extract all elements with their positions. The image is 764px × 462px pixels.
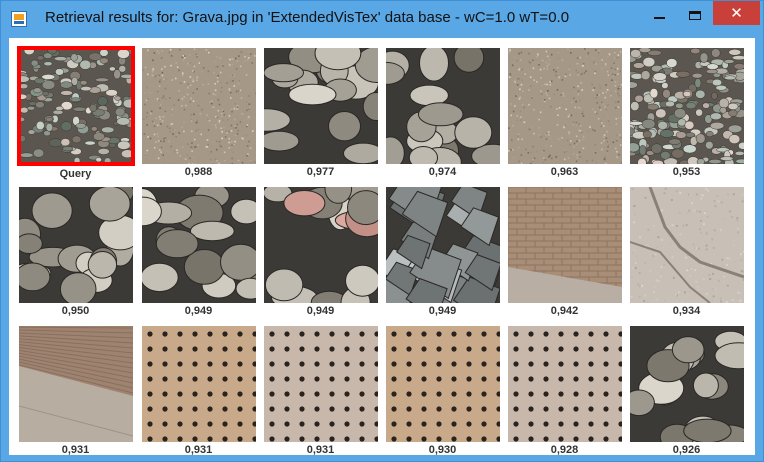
similarity-score: 0,974 <box>428 166 457 178</box>
stones-large-icon[interactable] <box>264 48 378 164</box>
result-image-cell[interactable]: 0,953 <box>626 42 747 182</box>
minimize-icon <box>653 17 665 19</box>
similarity-score: 0,931 <box>184 444 213 456</box>
similarity-score: 0,926 <box>672 444 701 456</box>
result-image-cell[interactable]: 0,926 <box>626 320 747 460</box>
close-icon: ✕ <box>730 4 743 22</box>
brick-wall-icon[interactable] <box>508 187 622 303</box>
similarity-score: 0,977 <box>306 166 335 178</box>
result-image-cell[interactable]: 0,949 <box>260 181 381 321</box>
close-button[interactable]: ✕ <box>713 1 760 25</box>
result-image-cell[interactable]: 0,931 <box>260 320 381 460</box>
similarity-score: 0,934 <box>672 305 701 317</box>
similarity-score: 0,953 <box>672 166 701 178</box>
similarity-score: 0,988 <box>184 166 213 178</box>
result-image-cell[interactable]: 0,934 <box>626 181 747 321</box>
stones-large-icon[interactable] <box>386 48 500 164</box>
result-image-cell[interactable]: 0,928 <box>504 320 625 460</box>
stones-large-icon[interactable] <box>142 187 256 303</box>
result-image-cell[interactable]: 0,931 <box>15 320 136 460</box>
similarity-score: 0,931 <box>306 444 335 456</box>
sand-icon[interactable] <box>142 48 256 164</box>
brick-wall-perspective-icon[interactable] <box>19 326 133 442</box>
result-image-cell[interactable]: 0,942 <box>504 181 625 321</box>
similarity-score: 0,928 <box>550 444 579 456</box>
similarity-score: 0,950 <box>61 305 90 317</box>
title-bar[interactable]: Retrieval results for: Grava.jpg in 'Ext… <box>1 1 763 37</box>
concrete-wall-icon[interactable] <box>630 187 744 303</box>
retrieval-results-window: Retrieval results for: Grava.jpg in 'Ext… <box>0 0 764 462</box>
perforated-tan-icon[interactable] <box>142 326 256 442</box>
query-image-cell[interactable]: Query <box>15 42 136 182</box>
perforated-grey-icon[interactable] <box>508 326 622 442</box>
similarity-score: 0,963 <box>550 166 579 178</box>
results-panel: Query 0,988 0,977 0,974 0,963 0,953 0,950 0,949… <box>9 38 755 456</box>
minimize-button[interactable] <box>646 1 672 29</box>
similarity-score: 0,930 <box>428 444 457 456</box>
similarity-score: 0,949 <box>306 305 335 317</box>
stones-large-icon[interactable] <box>19 187 133 303</box>
perforated-grey-icon[interactable] <box>264 326 378 442</box>
gravel-icon[interactable] <box>630 48 744 164</box>
maximize-button[interactable] <box>682 1 708 29</box>
rocks-grey-icon[interactable] <box>386 187 500 303</box>
result-image-cell[interactable]: 0,977 <box>260 42 381 182</box>
result-image-cell[interactable]: 0,963 <box>504 42 625 182</box>
similarity-score: 0,949 <box>428 305 457 317</box>
result-image-cell[interactable]: 0,950 <box>15 181 136 321</box>
result-image-cell[interactable]: 0,988 <box>138 42 259 182</box>
result-image-cell[interactable]: 0,974 <box>382 42 503 182</box>
result-image-cell[interactable]: 0,949 <box>138 181 259 321</box>
similarity-score: 0,942 <box>550 305 579 317</box>
results-grid: Query 0,988 0,977 0,974 0,963 0,953 0,950 0,949… <box>9 38 755 456</box>
pebbles-small-icon[interactable] <box>17 46 135 166</box>
similarity-score: 0,949 <box>184 305 213 317</box>
sand-icon[interactable] <box>508 48 622 164</box>
result-image-cell[interactable]: 0,931 <box>138 320 259 460</box>
perforated-tan-icon[interactable] <box>386 326 500 442</box>
stones-mixed-icon[interactable] <box>264 187 378 303</box>
window-title: Retrieval results for: Grava.jpg in 'Ext… <box>45 9 570 26</box>
java-app-icon[interactable] <box>11 11 27 27</box>
maximize-icon <box>689 10 701 20</box>
result-image-cell[interactable]: 0,930 <box>382 320 503 460</box>
similarity-score: 0,931 <box>61 444 90 456</box>
query-label: Query <box>59 168 92 180</box>
result-image-cell[interactable]: 0,949 <box>382 181 503 321</box>
stones-large-icon[interactable] <box>630 326 744 442</box>
